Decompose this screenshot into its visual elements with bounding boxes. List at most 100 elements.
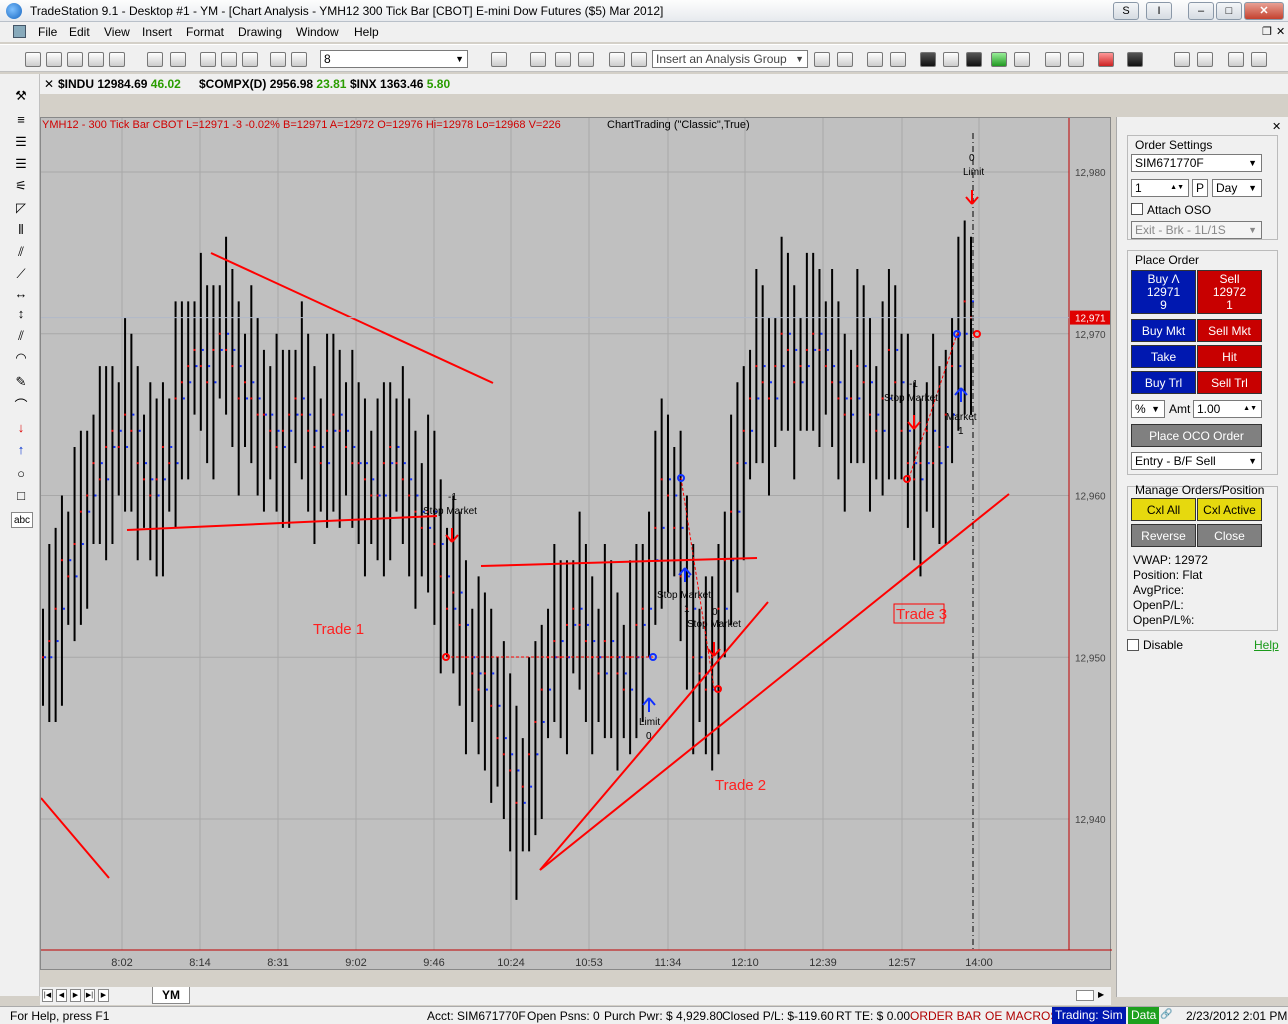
scrollbar-thumb[interactable] xyxy=(1076,990,1094,1001)
trail-type-select[interactable]: % ▼ xyxy=(1131,400,1165,418)
candle-icon[interactable] xyxy=(920,52,936,67)
ellipse-icon[interactable]: ○ xyxy=(13,466,29,482)
interval-input[interactable]: 8 ▼ xyxy=(320,50,468,68)
chart-settings-icon[interactable] xyxy=(867,52,883,67)
next-tab-icon[interactable]: ▶ xyxy=(70,989,81,1002)
help-link[interactable]: Help xyxy=(1254,638,1279,652)
cxl-active-button[interactable]: Cxl Active xyxy=(1197,498,1262,521)
symbol-lookup-icon[interactable] xyxy=(491,52,507,67)
gann-icon[interactable]: ⫽ xyxy=(13,244,29,260)
open-icon[interactable] xyxy=(46,52,62,67)
paste-icon[interactable] xyxy=(242,52,258,67)
data-badge[interactable]: Data xyxy=(1128,1007,1160,1024)
table-icon[interactable] xyxy=(578,52,594,67)
buy-trl-button[interactable]: Buy Trl xyxy=(1131,371,1196,394)
s-menu-button[interactable]: S xyxy=(1113,2,1139,20)
amt-input[interactable]: 1.00 ▲▼ xyxy=(1193,400,1262,418)
text-tool-icon[interactable]: abc xyxy=(11,512,33,528)
cxl-all-button[interactable]: Cxl All xyxy=(1131,498,1196,521)
sell-mkt-button[interactable]: Sell Mkt xyxy=(1197,319,1262,342)
mdi-close-icon[interactable]: ✕ xyxy=(1276,25,1285,38)
retracement-icon[interactable]: ⫴ xyxy=(13,222,29,238)
cut-icon[interactable] xyxy=(200,52,216,67)
place-oco-button[interactable]: Place OCO Order xyxy=(1131,424,1262,447)
take-button[interactable]: Take xyxy=(1131,345,1196,368)
fib-icon[interactable]: ☰ xyxy=(13,156,29,172)
red-green-icon[interactable] xyxy=(1014,52,1030,67)
menu-edit[interactable]: Edit xyxy=(69,25,90,39)
menu-drawing[interactable]: Drawing xyxy=(238,25,282,39)
menu-help[interactable]: Help xyxy=(354,25,379,39)
list-icon[interactable]: ≡ xyxy=(13,112,29,128)
trendline-icon[interactable]: ⟋ xyxy=(13,266,29,282)
chart-trading-icon[interactable] xyxy=(1098,52,1114,67)
print-preview-icon[interactable] xyxy=(147,52,163,67)
expand-icon[interactable] xyxy=(1068,52,1084,67)
close-position-button[interactable]: Close xyxy=(1197,524,1262,547)
crosshair-icon[interactable] xyxy=(1251,52,1267,67)
disable-checkbox[interactable] xyxy=(1127,639,1139,651)
green-bars-icon[interactable] xyxy=(991,52,1007,67)
account-select[interactable]: SIM671770F ▼ xyxy=(1131,154,1262,172)
parallel-lines-icon[interactable]: ⫽ xyxy=(13,328,29,344)
menu-view[interactable]: View xyxy=(104,25,130,39)
style-icon[interactable] xyxy=(291,52,307,67)
copy2-icon[interactable] xyxy=(221,52,237,67)
zoom-out-icon[interactable] xyxy=(1197,52,1213,67)
panel-close-icon[interactable]: ✕ xyxy=(1272,120,1281,133)
up-arrow-icon[interactable]: ↑ xyxy=(13,442,29,458)
chart-canvas[interactable]: Trade 1 Trade 2 Trade 3 -1 Stop Market 1 Stop … xyxy=(41,118,1112,971)
refresh-icon[interactable] xyxy=(631,52,647,67)
close-button[interactable]: ✕ xyxy=(1244,2,1284,20)
speed-lines-icon[interactable]: ⚟ xyxy=(13,178,29,194)
arc-icon[interactable]: ◠ xyxy=(13,350,29,366)
buy-mkt-button[interactable]: Buy Mkt xyxy=(1131,319,1196,342)
bar-dark-icon[interactable] xyxy=(966,52,982,67)
order-bar-status[interactable]: ORDER BAR xyxy=(910,1009,981,1023)
preset-button[interactable]: P xyxy=(1192,179,1208,197)
document-icon[interactable] xyxy=(13,25,26,38)
minimize-button[interactable]: – xyxy=(1188,2,1214,20)
quantity-stepper[interactable]: 1 ▲▼ xyxy=(1131,179,1189,197)
vertical-line-icon[interactable]: ↕ xyxy=(13,306,29,322)
indicator-icon[interactable] xyxy=(814,52,830,67)
hit-button[interactable]: Hit xyxy=(1197,345,1262,368)
data-window-icon[interactable] xyxy=(530,52,546,67)
pencil-icon[interactable]: ✎ xyxy=(13,374,29,390)
restore-icon[interactable]: ❐ xyxy=(1262,25,1272,38)
menu-format[interactable]: Format xyxy=(186,25,224,39)
print-icon[interactable] xyxy=(170,52,186,67)
save-icon[interactable] xyxy=(67,52,83,67)
ticker-compx[interactable]: $COMPX(D) 2956.98 23.81 xyxy=(199,77,346,91)
ticker-inx[interactable]: $INX 1363.46 5.80 xyxy=(350,77,450,91)
scroll-right-icon[interactable]: ▶ xyxy=(1098,990,1104,999)
ticker-indu[interactable]: $INDU 12984.69 46.02 xyxy=(58,77,181,91)
tab-menu-icon[interactable]: ▶ xyxy=(98,989,109,1002)
wrench-icon[interactable]: ⚒ xyxy=(13,88,29,104)
maximize-button[interactable]: □ xyxy=(1216,2,1242,20)
zoom-in-icon[interactable] xyxy=(1174,52,1190,67)
price-chart[interactable]: Trade 1 Trade 2 Trade 3 -1 Stop Market 1 Stop … xyxy=(40,117,1112,971)
down-arrow-icon[interactable]: ↓ xyxy=(13,420,29,436)
grid-icon[interactable] xyxy=(555,52,571,67)
compress-icon[interactable] xyxy=(1045,52,1061,67)
sell-ask-button[interactable]: Sell 12972 1 xyxy=(1197,270,1262,314)
strategy-icon[interactable] xyxy=(837,52,853,67)
chart-style-icon[interactable] xyxy=(890,52,906,67)
trading-sim-badge[interactable]: Trading: Sim xyxy=(1052,1007,1126,1024)
buy-bid-button[interactable]: Buy Λ 12971 9 xyxy=(1131,270,1196,314)
entry-strategy-select[interactable]: Entry - B/F Sell ▼ xyxy=(1131,452,1262,470)
sell-trl-button[interactable]: Sell Trl xyxy=(1197,371,1262,394)
oe-macros-status[interactable]: OE MACROS xyxy=(985,1009,1058,1023)
reverse-button[interactable]: Reverse xyxy=(1131,524,1196,547)
analysis-group-select[interactable]: Insert an Analysis Group ▼ xyxy=(652,50,808,68)
duration-select[interactable]: Day ▼ xyxy=(1212,179,1262,197)
attach-oso-checkbox[interactable] xyxy=(1131,203,1143,215)
i-menu-button[interactable]: I xyxy=(1146,2,1172,20)
pointer-icon[interactable] xyxy=(1228,52,1244,67)
horizontal-line-icon[interactable]: ↔ xyxy=(13,286,29,302)
first-tab-icon[interactable]: |◀ xyxy=(42,989,53,1002)
prev-tab-icon[interactable]: ◀ xyxy=(56,989,67,1002)
fan-icon[interactable]: ◸ xyxy=(13,200,29,216)
curve-icon[interactable]: ⌒ xyxy=(13,398,29,414)
